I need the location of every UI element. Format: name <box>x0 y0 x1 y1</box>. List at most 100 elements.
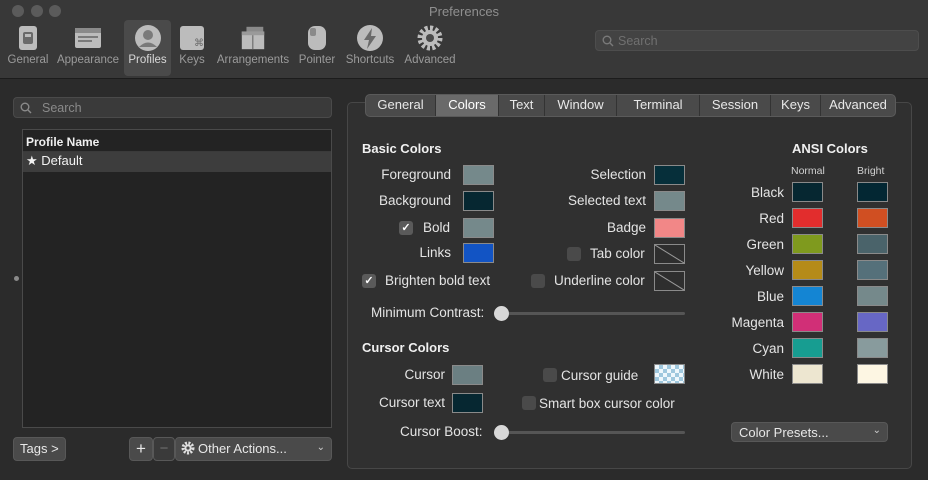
smart-box-cursor-checkbox[interactable] <box>522 396 536 410</box>
tags-button[interactable]: Tags > <box>13 437 66 461</box>
profile-search-input[interactable]: Search <box>13 97 332 118</box>
background-color-well[interactable] <box>463 191 494 211</box>
star-icon: ★ <box>26 153 38 168</box>
ansi-green-bright-well[interactable] <box>857 234 888 254</box>
ansi-white-normal-well[interactable] <box>792 364 823 384</box>
person-icon <box>134 24 162 52</box>
ansi-blue-label: Blue <box>756 289 784 304</box>
ansi-yellow-normal-well[interactable] <box>792 260 823 280</box>
brighten-bold-checkbox[interactable]: ✓ <box>362 274 376 288</box>
window-title: Preferences <box>428 4 500 19</box>
foreground-label: Foreground <box>381 167 451 182</box>
toolbar-label: Keys <box>179 54 205 66</box>
ansi-red-label: Red <box>759 211 784 226</box>
underline-color-well[interactable] <box>654 271 685 291</box>
toolbar-profiles[interactable]: Profiles <box>124 20 171 76</box>
minimum-contrast-label: Minimum Contrast: <box>371 305 485 320</box>
tab-keys[interactable]: Keys <box>771 95 821 116</box>
toolbar-general[interactable]: General <box>5 20 51 76</box>
links-label: Links <box>419 245 451 260</box>
cursor-text-label: Cursor text <box>378 395 445 410</box>
ansi-black-normal-well[interactable] <box>792 182 823 202</box>
toolbar-pointer[interactable]: Pointer <box>296 20 338 76</box>
chevron-down-icon: ⌄ <box>316 442 325 453</box>
minimum-contrast-slider[interactable] <box>494 312 685 315</box>
cursor-boost-label: Cursor Boost: <box>400 424 483 439</box>
ansi-black-label: Black <box>750 185 784 200</box>
other-actions-dropdown[interactable]: Other Actions... ⌄ <box>175 437 332 461</box>
search-icon <box>602 35 614 50</box>
ansi-magenta-label: Magenta <box>731 315 784 330</box>
tab-general[interactable]: General <box>366 95 436 116</box>
toolbar-label: Profiles <box>128 54 167 66</box>
window-icon <box>74 24 102 52</box>
ansi-blue-bright-well[interactable] <box>857 286 888 306</box>
search-icon <box>20 102 32 117</box>
tab-text[interactable]: Text <box>499 95 545 116</box>
selection-color-well[interactable] <box>654 165 685 185</box>
ansi-magenta-bright-well[interactable] <box>857 312 888 332</box>
tab-terminal[interactable]: Terminal <box>617 95 700 116</box>
ansi-blue-normal-well[interactable] <box>792 286 823 306</box>
tab-window[interactable]: Window <box>545 95 617 116</box>
ansi-red-bright-well[interactable] <box>857 208 888 228</box>
search-placeholder: Search <box>618 34 658 48</box>
bold-label: Bold <box>423 220 451 235</box>
bold-color-well[interactable] <box>463 218 494 238</box>
cursor-text-color-well[interactable] <box>452 393 483 413</box>
toolbar-keys[interactable]: ⌘ Keys <box>174 20 210 76</box>
tab-session[interactable]: Session <box>700 95 771 116</box>
bold-checkbox[interactable]: ✓ <box>399 221 413 235</box>
tab-colors[interactable]: Colors <box>436 95 499 116</box>
profile-row[interactable]: ★ Default <box>23 152 331 172</box>
ansi-cyan-normal-well[interactable] <box>792 338 823 358</box>
lightning-icon <box>356 24 384 52</box>
cursor-boost-slider-knob[interactable] <box>494 425 509 440</box>
toolbar-arrangements[interactable]: Arrangements <box>214 20 292 76</box>
chevron-down-icon: ⌄ <box>872 425 881 436</box>
profile-list[interactable]: Profile Name ★ Default <box>22 129 332 428</box>
remove-profile-button[interactable]: − <box>153 437 175 461</box>
ansi-white-bright-well[interactable] <box>857 364 888 384</box>
preferences-search-input[interactable]: Search <box>595 30 919 51</box>
foreground-color-well[interactable] <box>463 165 494 185</box>
basic-colors-header: Basic Colors <box>362 141 442 156</box>
split-view-handle[interactable] <box>14 276 19 281</box>
toolbar-advanced[interactable]: Advanced <box>401 20 459 76</box>
ansi-cyan-label: Cyan <box>752 341 784 356</box>
tab-color-checkbox[interactable] <box>567 247 581 261</box>
brighten-bold-label: Brighten bold text <box>385 273 491 288</box>
cursor-color-well[interactable] <box>452 365 483 385</box>
ansi-yellow-bright-well[interactable] <box>857 260 888 280</box>
selected-text-color-well[interactable] <box>654 191 685 211</box>
color-presets-dropdown[interactable]: Color Presets... ⌄ <box>731 422 888 442</box>
stacked-windows-icon <box>239 24 267 52</box>
badge-label: Badge <box>606 220 646 235</box>
ansi-magenta-normal-well[interactable] <box>792 312 823 332</box>
ansi-black-bright-well[interactable] <box>857 182 888 202</box>
cursor-boost-slider[interactable] <box>494 431 685 434</box>
tab-color-well[interactable] <box>654 244 685 264</box>
switch-icon <box>14 24 42 52</box>
minimum-contrast-slider-knob[interactable] <box>494 306 509 321</box>
underline-color-checkbox[interactable] <box>531 274 545 288</box>
ansi-red-normal-well[interactable] <box>792 208 823 228</box>
cursor-label: Cursor <box>404 367 445 382</box>
badge-color-well[interactable] <box>654 218 685 238</box>
add-profile-button[interactable]: + <box>129 437 153 461</box>
underline-color-label: Underline color <box>554 273 645 288</box>
toolbar-appearance[interactable]: Appearance <box>54 20 122 76</box>
tab-advanced[interactable]: Advanced <box>821 95 895 116</box>
svg-text:⌘: ⌘ <box>194 38 204 49</box>
cursor-guide-checkbox[interactable] <box>543 368 557 382</box>
links-color-well[interactable] <box>463 243 494 263</box>
toolbar-label: Arrangements <box>216 54 290 66</box>
toolbar-shortcuts[interactable]: Shortcuts <box>342 20 398 76</box>
profile-name-column-header[interactable]: Profile Name <box>23 130 331 152</box>
cursor-guide-label: Cursor guide <box>561 368 639 383</box>
other-actions-label: Other Actions... <box>198 441 287 456</box>
ansi-green-normal-well[interactable] <box>792 234 823 254</box>
ansi-cyan-bright-well[interactable] <box>857 338 888 358</box>
toolbar-label: Pointer <box>298 54 336 66</box>
cursor-guide-color-well[interactable] <box>654 364 685 384</box>
